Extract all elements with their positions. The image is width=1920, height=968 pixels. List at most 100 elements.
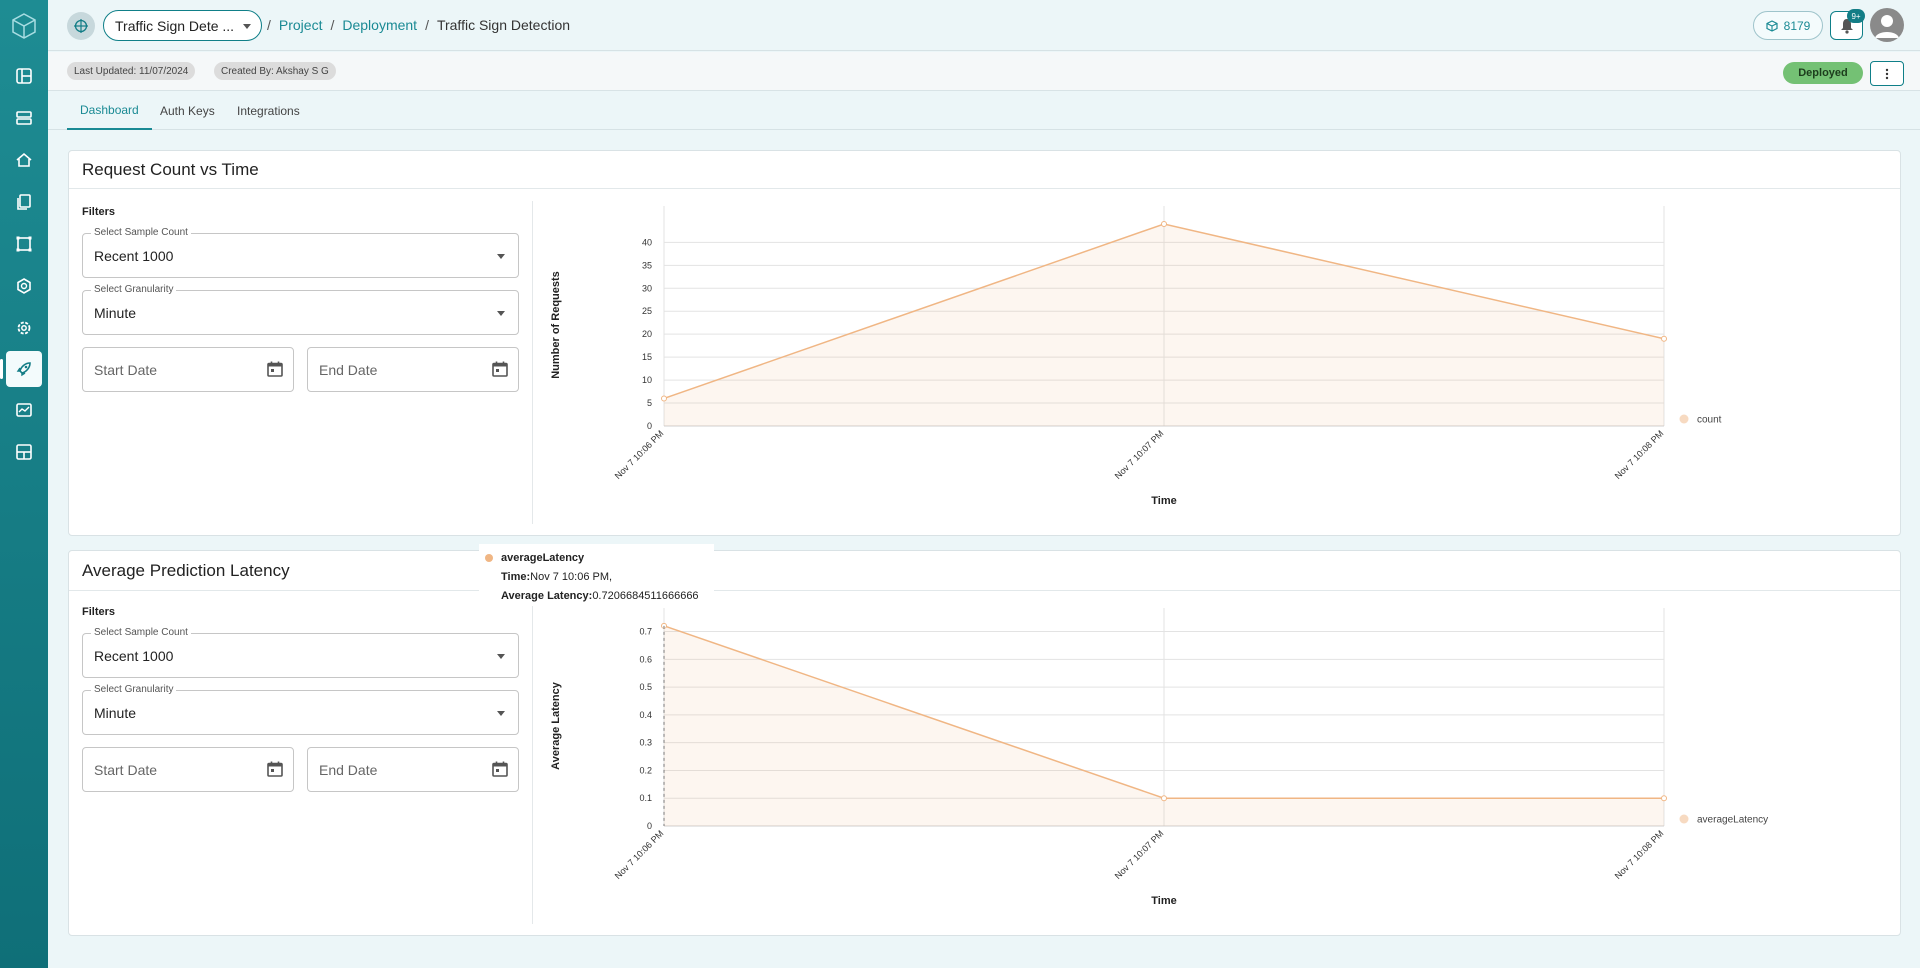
dashboard-icon [16,444,32,460]
y-tick-label: 0.4 [639,710,652,720]
user-avatar[interactable] [1870,8,1904,42]
latency-card: Average Prediction Latency Filters Selec… [68,550,1901,936]
sample-count-value: Recent 1000 [94,248,174,264]
sample-count-label: Select Sample Count [91,227,191,238]
request-count-chart: 0 5 10 15 20 25 30 35 40 Nov 7 10:06 PM Nov 7 10:0… [550,206,1722,507]
project-select[interactable]: Traffic Sign Dete ... [103,10,262,41]
calendar-icon[interactable] [491,760,509,778]
x-tick-label: Nov 7 10:07 PM [1113,428,1166,481]
sidebar-item-storage[interactable] [6,100,42,136]
tooltip-time-value: Nov 7 10:06 PM, [530,570,613,583]
chart-tooltip: averageLatency Time: Nov 7 10:06 PM, Aver… [479,544,714,606]
y-tick-label: 5 [647,398,652,408]
gear-icon [17,321,31,335]
data-point [661,395,667,402]
end-date-input[interactable]: End Date [307,747,519,792]
rocket-icon [16,362,31,377]
credits-value: 8179 [1783,18,1811,33]
data-point [1661,795,1667,802]
chevron-down-icon [243,24,251,29]
x-tick-label: Nov 7 10:08 PM [1613,828,1666,881]
y-tick-label: 0.5 [639,682,652,692]
legend-label: averageLatency [1697,815,1768,826]
status-badge: Deployed [1783,62,1863,84]
x-tick-label: Nov 7 10:07 PM [1113,828,1166,881]
sidebar-item-models[interactable] [6,268,42,304]
series-area [664,224,1664,426]
sidebar-item-monitoring[interactable] [6,392,42,428]
calendar-icon[interactable] [266,360,284,378]
chevron-down-icon [497,311,505,316]
top-bar: Traffic Sign Dete ... / Project / Deploy… [48,0,1920,51]
tooltip-series: averageLatency [501,551,585,564]
start-date-input[interactable]: Start Date [82,747,294,792]
sample-count-select[interactable]: Select Sample Count Recent 1000 [82,227,519,278]
user-icon [1875,15,1899,38]
y-tick-label: 0.6 [639,654,652,664]
breadcrumb: / Project / Deployment / Traffic Sign De… [267,17,570,33]
sidebar-item-dashboards[interactable] [6,434,42,470]
project-avatar[interactable] [67,12,95,40]
x-axis-title: Time [1151,895,1176,907]
tab-dashboard[interactable]: Dashboard [67,92,152,130]
x-tick-label: Nov 7 10:06 PM [613,828,666,881]
tab-auth-keys[interactable]: Auth Keys [147,92,228,130]
granularity-value: Minute [94,305,137,321]
data-point [1161,221,1167,227]
legend-marker [1679,414,1689,424]
end-date-placeholder: End Date [319,762,378,778]
breadcrumb-separator: / [267,17,271,33]
more-options-button[interactable] [1870,61,1904,86]
series-dot-icon [485,553,493,562]
sample-count-select[interactable]: Select Sample Count Recent 1000 [82,627,519,678]
annotate-icon [16,236,32,252]
sidebar-item-documents[interactable] [6,184,42,220]
filter-chart-divider [532,601,533,924]
calendar-icon[interactable] [266,760,284,778]
sidebar-item-annotate[interactable] [6,226,42,262]
granularity-select[interactable]: Select Granularity Minute [82,684,519,735]
y-tick-label: 15 [642,352,652,362]
breadcrumb-deployment[interactable]: Deployment [342,17,417,33]
breadcrumb-project[interactable]: Project [279,17,323,33]
granularity-label: Select Granularity [91,284,177,295]
tooltip-time-label: Time: [501,570,531,583]
legend-marker [1679,814,1689,824]
breadcrumb-current: Traffic Sign Detection [436,17,571,33]
latency-chart: 0 0.1 0.2 0.3 0.4 0.5 0.6 0.7 Nov 7 10:06 PM Nov … [550,608,1768,907]
home-icon [16,152,32,167]
x-axis-title: Time [1151,495,1176,507]
notifications-badge: 9+ [1847,9,1865,23]
sidebar-item-layout[interactable] [6,58,42,94]
start-date-placeholder: Start Date [94,362,158,378]
sidebar-item-settings[interactable] [6,310,42,346]
tab-integrations[interactable]: Integrations [224,92,313,130]
end-date-placeholder: End Date [319,362,378,378]
data-point [1661,335,1667,342]
sidebar-item-home[interactable] [6,142,42,178]
y-axis-title: Number of Requests [550,271,562,379]
layout-icon [16,68,32,84]
calendar-icon[interactable] [491,360,509,378]
legend-label: count [1697,415,1722,426]
credits-button[interactable]: 8179 [1753,11,1823,40]
created-by-chip: Created By: Akshay S G [214,62,336,80]
start-date-input[interactable]: Start Date [82,347,294,392]
y-tick-label: 0 [647,821,652,831]
tab-bar: Dashboard Auth Keys Integrations [48,92,1920,130]
storage-icon [16,111,32,125]
app-logo-icon[interactable] [10,12,38,40]
card-title: Request Count vs Time [69,151,1900,189]
y-tick-label: 10 [642,375,652,385]
documents-icon [17,194,31,210]
granularity-select[interactable]: Select Granularity Minute [82,284,519,335]
filters-title: Filters [82,606,116,618]
tooltip-latency-label: Average Latency: [501,589,593,602]
sidebar-item-deployment[interactable] [0,351,42,387]
end-date-input[interactable]: End Date [307,347,519,392]
info-bar: Last Updated: 11/07/2024 Created By: Aks… [48,52,1920,91]
y-tick-label: 20 [642,329,652,339]
y-tick-label: 0 [647,421,652,431]
card-title: Average Prediction Latency [69,551,1900,591]
granularity-value: Minute [94,705,137,721]
